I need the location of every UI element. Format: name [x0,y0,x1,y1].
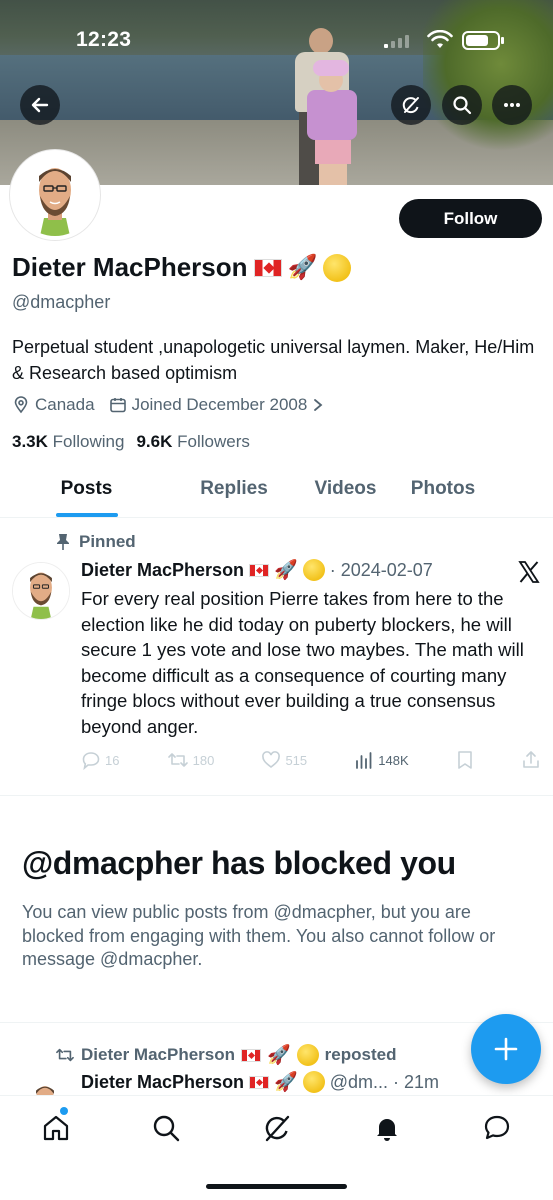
bell-icon [377,1119,397,1141]
x-logo-icon [518,561,540,583]
rocket-emoji: 🚀 [287,253,318,281]
share-button[interactable] [521,750,541,770]
tab-posts[interactable]: Posts [0,468,173,517]
following-link[interactable]: 3.3K Following [12,432,124,452]
canada-flag-emoji [249,563,270,577]
repost-icon [56,1048,74,1062]
tab-videos[interactable]: Videos [295,468,396,517]
search-button[interactable] [442,85,482,125]
profile-bio: Perpetual student ,unapologetic universa… [12,337,535,383]
section-divider [0,795,553,796]
blocked-title: @dmacpher has blocked you [22,845,456,881]
bar-chart-icon [356,752,372,769]
more-button[interactable] [492,85,532,125]
rocket-emoji: 🚀 [274,559,298,581]
repost-author-handle[interactable]: @dm... [330,1072,388,1093]
post-actions: 16 180 515 148K [81,750,541,770]
like-button[interactable]: 515 [261,750,307,770]
post-text[interactable]: For every real position Pierre takes fro… [81,586,543,739]
calendar-icon [109,398,126,413]
profile-meta: Canada Joined December 2008 [12,395,324,415]
status-time: 12:23 [76,28,132,51]
share-icon [523,751,539,768]
grok-icon [402,97,419,114]
home-notification-dot [60,1107,68,1115]
wifi-icon [427,30,453,48]
nav-grok[interactable] [259,1110,295,1146]
canada-flag-emoji [249,1075,270,1089]
back-button[interactable] [20,85,60,125]
repost-button[interactable]: 180 [167,750,214,770]
moon-emoji [296,1044,319,1066]
home-icon [43,1115,69,1141]
bookmark-button[interactable] [456,750,474,770]
blocked-description: You can view public posts from @dmacpher… [22,902,496,969]
profile-name: Dieter MacPherson [12,252,248,282]
repost-author-name[interactable]: Dieter MacPherson [81,1072,244,1093]
rocket-emoji: 🚀 [267,1044,291,1066]
repost-post-header: Dieter MacPherson 🚀 @dm... · 21m [81,1071,439,1093]
heart-icon [262,751,281,769]
cellular-signal-icon [384,34,414,48]
grok-button[interactable] [391,85,431,125]
tab-replies[interactable]: Replies [173,468,295,517]
profile-joined[interactable]: Joined December 2008 [109,395,325,415]
plus-icon [494,1037,518,1061]
post-date[interactable]: · 2024-02-07 [330,560,433,581]
profile-name-row: Dieter MacPherson 🚀 [12,252,352,283]
rocket-emoji: 🚀 [274,1071,298,1093]
follow-stats: 3.3K Following 9.6K Followers [12,432,250,452]
follow-button[interactable]: Follow [399,199,542,238]
bottom-navigation [0,1095,553,1200]
chevron-right-icon [314,399,323,411]
compose-button[interactable] [471,1014,541,1084]
nav-messages[interactable] [479,1110,515,1146]
grok-icon [265,1115,290,1142]
search-icon [153,1115,180,1142]
chat-bubble-icon [484,1115,510,1140]
profile-handle: @dmacpher [12,292,111,312]
profile-tabs: Posts Replies Videos Photos [0,468,553,518]
post-author-name[interactable]: Dieter MacPherson [81,560,244,581]
bitmoji-avatar-image [13,563,69,619]
section-divider [0,1022,553,1023]
profile-location: Canada [12,395,95,415]
moon-emoji [323,253,352,282]
reply-icon [82,752,100,770]
home-indicator [206,1184,347,1189]
search-icon [453,96,472,115]
post-header: Dieter MacPherson 🚀 · 2024-02-07 [81,559,433,581]
moon-emoji [302,1071,325,1093]
bookmark-icon [458,751,472,769]
repost-time[interactable]: · 21m [393,1072,439,1093]
battery-icon [462,31,504,50]
views-button[interactable]: 148K [354,750,409,770]
moon-emoji [302,559,325,581]
canada-flag-emoji [241,1048,261,1062]
banner-person-child [303,60,363,185]
pinned-indicator: Pinned [55,532,136,552]
pin-icon [57,534,69,550]
profile-avatar[interactable] [10,150,100,240]
repost-icon [167,753,188,767]
nav-search[interactable] [148,1110,184,1146]
arrow-left-icon [31,97,49,113]
post-author-avatar[interactable] [12,562,70,620]
followers-link[interactable]: 9.6K Followers [136,432,249,452]
nav-notifications[interactable] [369,1110,405,1146]
repost-indicator: Dieter MacPherson 🚀 reposted [55,1044,396,1066]
more-horizontal-icon [504,103,520,107]
nav-home[interactable] [38,1110,74,1146]
location-pin-icon [14,396,28,414]
reply-button[interactable]: 16 [81,750,119,770]
tab-photos[interactable]: Photos [396,468,490,517]
canada-flag-emoji [253,258,282,277]
bitmoji-avatar-image [14,154,96,236]
status-bar: 12:23 [0,24,553,58]
